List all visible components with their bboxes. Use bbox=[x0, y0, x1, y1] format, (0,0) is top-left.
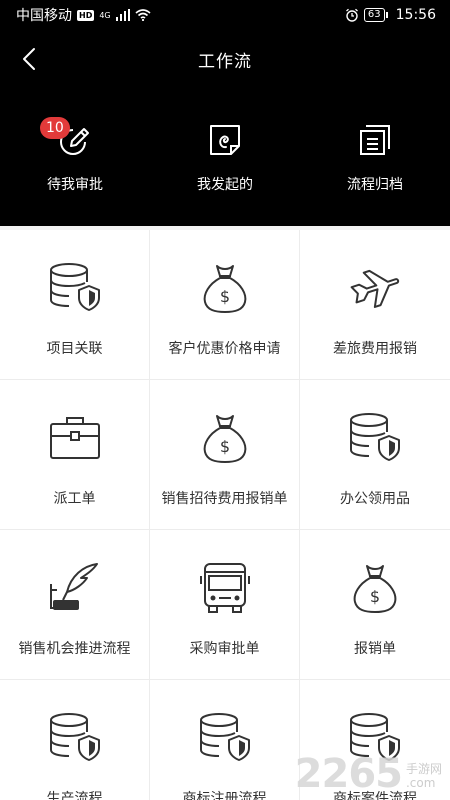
quick-label: 我发起的 bbox=[197, 177, 253, 193]
money-bag-icon: $ bbox=[203, 265, 246, 313]
database-shield-icon bbox=[199, 713, 250, 761]
grid-item-label: 销售机会推进流程 bbox=[18, 641, 131, 657]
grid-item-label: 采购审批单 bbox=[189, 641, 260, 657]
grid-item-label: 派工单 bbox=[53, 491, 96, 507]
watermark-line1: 手游网 bbox=[405, 762, 442, 776]
grid-item-label: 生产流程 bbox=[46, 791, 103, 800]
database-shield-icon bbox=[49, 263, 100, 311]
workflow-grid: 项目关联 $ 客户优惠价格申请 差旅费用报销 派工单 $ 销售招待费用报销单 办… bbox=[0, 230, 450, 800]
grid-item-label: 项目关联 bbox=[46, 341, 103, 357]
grid-item-label: 商标注册流程 bbox=[182, 791, 267, 800]
document-swirl-icon bbox=[210, 125, 240, 155]
svg-text:$: $ bbox=[370, 587, 380, 606]
network-type: 4G bbox=[99, 10, 111, 20]
battery-level: 63 bbox=[363, 8, 388, 22]
quick-initiated-by-me[interactable]: 我发起的 bbox=[150, 120, 300, 194]
wifi-icon bbox=[135, 9, 151, 21]
quick-label: 流程归档 bbox=[347, 177, 403, 193]
grid-item-trademark-registration[interactable]: 商标注册流程 bbox=[150, 680, 300, 800]
airplane-icon bbox=[350, 269, 400, 308]
back-button[interactable] bbox=[14, 44, 44, 74]
quick-process-archive[interactable]: 流程归档 bbox=[300, 120, 450, 194]
grid-item-reimbursement[interactable]: $ 报销单 bbox=[300, 530, 450, 680]
svg-text:$: $ bbox=[219, 287, 229, 306]
grid-item-label: 报销单 bbox=[354, 641, 396, 657]
database-shield-icon bbox=[350, 413, 400, 461]
watermark-number: 2265 bbox=[294, 751, 403, 797]
database-shield-icon bbox=[49, 713, 100, 761]
carrier-text: 中国移动 bbox=[16, 8, 72, 24]
status-bar: 中国移动 HD 4G 63 15:56 bbox=[0, 0, 450, 30]
page-title: 工作流 bbox=[198, 51, 252, 72]
grid-item-project-link[interactable]: 项目关联 bbox=[0, 230, 150, 380]
signal-icon bbox=[115, 9, 130, 21]
bus-icon bbox=[199, 563, 250, 613]
grid-item-label: 客户优惠价格申请 bbox=[168, 341, 281, 357]
grid-item-production[interactable]: 生产流程 bbox=[0, 680, 150, 800]
grid-item-office-supplies[interactable]: 办公领用品 bbox=[300, 380, 450, 530]
grid-item-label: 办公领用品 bbox=[340, 491, 410, 507]
quick-label: 待我审批 bbox=[47, 177, 103, 193]
grid-item-label: 销售招待费用报销单 bbox=[161, 491, 288, 507]
grid-item-sales-entertainment[interactable]: $ 销售招待费用报销单 bbox=[150, 380, 300, 530]
briefcase-icon bbox=[49, 417, 100, 459]
quill-inkpot-icon bbox=[49, 563, 98, 610]
header-area: 中国移动 HD 4G 63 15:56 工作流 10 待我审批 我发起的 流程归… bbox=[0, 0, 450, 226]
pending-count-badge: 10 bbox=[40, 117, 70, 139]
hd-badge: HD bbox=[77, 9, 95, 21]
quick-actions: 10 待我审批 我发起的 流程归档 bbox=[0, 117, 450, 194]
grid-item-purchase-approval[interactable]: 采购审批单 bbox=[150, 530, 300, 680]
clock-time: 15:56 bbox=[395, 7, 436, 23]
money-bag-icon: $ bbox=[353, 565, 397, 613]
grid-item-label: 差旅费用报销 bbox=[333, 341, 417, 357]
watermark-line2: .com bbox=[405, 776, 436, 790]
money-bag-icon: $ bbox=[203, 415, 246, 463]
chevron-left-icon bbox=[23, 48, 35, 70]
quick-pending-approval[interactable]: 10 待我审批 bbox=[0, 117, 150, 194]
grid-item-customer-discount[interactable]: $ 客户优惠价格申请 bbox=[150, 230, 300, 380]
site-watermark: 2265 手游网 .com bbox=[295, 754, 442, 794]
nav-bar: 工作流 bbox=[0, 30, 450, 88]
svg-text:$: $ bbox=[219, 437, 229, 456]
alarm-icon bbox=[345, 8, 358, 22]
grid-item-dispatch-order[interactable]: 派工单 bbox=[0, 380, 150, 530]
grid-item-sales-opportunity[interactable]: 销售机会推进流程 bbox=[0, 530, 150, 680]
archive-stack-icon bbox=[360, 125, 390, 155]
grid-item-travel-reimbursement[interactable]: 差旅费用报销 bbox=[300, 230, 450, 380]
